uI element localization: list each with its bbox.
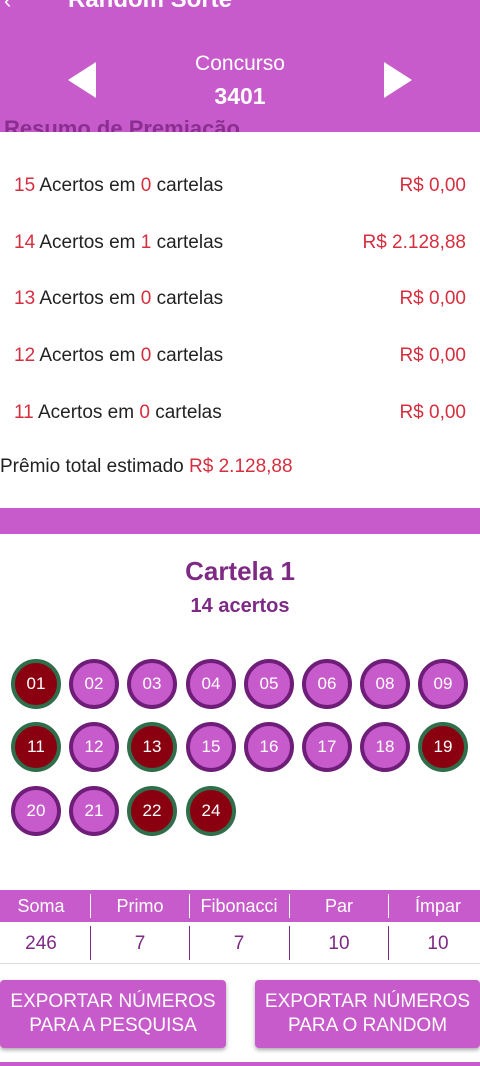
number-ball-hit[interactable]: 24 <box>186 786 236 836</box>
prize-row-description: 15 Acertos em 0 cartelas <box>14 175 223 197</box>
cartela-title: Cartela 1 <box>185 556 295 586</box>
prize-value: R$ 0,00 <box>399 288 466 309</box>
column-divider <box>388 894 389 918</box>
column-divider <box>189 894 190 918</box>
stats-value-row: 246 7 7 10 10 <box>0 922 480 964</box>
prize-row-description: 12 Acertos em 0 cartelas <box>14 345 223 367</box>
next-concurso-icon[interactable] <box>384 62 412 98</box>
prize-row: 13 Acertos em 0 cartelas R$ 0,00 <box>14 284 466 314</box>
total-estimated-prize: Prêmio total estimado R$ 2.128,88 <box>0 456 293 478</box>
total-value: R$ 2.128,88 <box>189 456 293 477</box>
cartelas-label: cartelas <box>156 345 224 366</box>
number-ball[interactable]: 03 <box>127 659 177 709</box>
acertos-em-label: Acertos em <box>39 345 136 366</box>
number-ball-hit[interactable]: 01 <box>11 659 61 709</box>
stat-header: Fibonacci <box>200 896 278 916</box>
column-divider <box>289 894 290 918</box>
acertos-em-label: Acertos em <box>37 402 135 423</box>
prize-row: 12 Acertos em 0 cartelas R$ 0,00 <box>14 341 466 371</box>
column-divider <box>90 894 91 918</box>
cartelas-label: cartelas <box>156 288 224 309</box>
prize-row-description: 14 Acertos em 1 cartelas <box>14 232 223 254</box>
prize-value: R$ 2.128,88 <box>362 232 466 253</box>
stat-value: 246 <box>25 933 57 954</box>
acertos-em-label: Acertos em <box>39 288 136 309</box>
total-label: Prêmio total estimado <box>0 456 184 477</box>
resumo-title: Resumo de Premiação <box>4 116 240 132</box>
export-to-pesquisa-button[interactable]: EXPORTAR NÚMEROS PARA A PESQUISA <box>0 980 226 1048</box>
prize-value: R$ 0,00 <box>399 345 466 366</box>
prize-row-description: 13 Acertos em 0 cartelas <box>14 288 223 310</box>
acertos-count: 14 <box>14 232 36 253</box>
acertos-em-label: Acertos em <box>39 175 136 196</box>
number-ball-hit[interactable]: 11 <box>11 722 61 772</box>
cartelas-label: cartelas <box>156 232 224 253</box>
number-ball[interactable]: 15 <box>186 722 236 772</box>
prize-row: 15 Acertos em 0 cartelas R$ 0,00 <box>14 171 466 201</box>
cartelas-count: 1 <box>140 232 152 253</box>
cartelas-count: 0 <box>140 288 152 309</box>
number-ball-hit[interactable]: 13 <box>127 722 177 772</box>
section-divider <box>0 508 480 534</box>
stat-header: Primo <box>116 896 164 916</box>
export-to-random-button[interactable]: EXPORTAR NÚMEROS PARA O RANDOM <box>255 980 480 1048</box>
stat-value: 7 <box>233 933 245 954</box>
acertos-em-label: Acertos em <box>39 232 136 253</box>
number-ball-hit[interactable]: 19 <box>418 722 468 772</box>
number-ball[interactable]: 09 <box>418 659 468 709</box>
stat-header: Ímpar <box>414 896 461 916</box>
number-ball[interactable]: 08 <box>360 659 410 709</box>
cartelas-count: 0 <box>140 345 152 366</box>
column-divider <box>388 926 389 960</box>
prize-row-description: 11 Acertos em 0 cartelas <box>14 402 222 424</box>
stat-value: 10 <box>328 933 350 954</box>
prize-row: 11 Acertos em 0 cartelas R$ 0,00 <box>14 398 466 428</box>
cartelas-label: cartelas <box>155 402 222 423</box>
prize-value: R$ 0,00 <box>399 175 466 196</box>
number-ball[interactable]: 06 <box>302 659 352 709</box>
acertos-count: 15 <box>14 175 36 196</box>
acertos-count: 13 <box>14 288 36 309</box>
stats-header-row: Soma Primo Fibonacci Par Ímpar <box>0 890 480 922</box>
prize-value: R$ 0,00 <box>399 402 466 423</box>
stat-value: 10 <box>427 933 449 954</box>
number-ball[interactable]: 20 <box>11 786 61 836</box>
resumo-title-clipped: Resumo de Premiação <box>0 112 480 132</box>
column-divider <box>289 926 290 960</box>
stat-value: 7 <box>134 933 146 954</box>
cartelas-count: 0 <box>140 175 152 196</box>
number-ball-hit[interactable]: 22 <box>127 786 177 836</box>
back-arrow-icon[interactable]: ‹ <box>4 0 11 14</box>
stats-table: Soma Primo Fibonacci Par Ímpar 246 7 7 10 10 <box>0 890 480 964</box>
column-divider <box>90 926 91 960</box>
column-divider <box>189 926 190 960</box>
acertos-count: 12 <box>14 345 36 366</box>
cartelas-label: cartelas <box>156 175 224 196</box>
number-ball[interactable]: 05 <box>244 659 294 709</box>
cartela-hits: 14 acertos <box>190 595 290 617</box>
number-ball[interactable]: 21 <box>69 786 119 836</box>
number-ball[interactable]: 02 <box>69 659 119 709</box>
app-title: Random Sorte <box>68 0 232 14</box>
stat-header: Soma <box>17 896 65 916</box>
number-ball[interactable]: 12 <box>69 722 119 772</box>
number-ball[interactable]: 04 <box>186 659 236 709</box>
bottom-accent-line <box>0 1062 480 1066</box>
cartelas-count: 0 <box>139 402 150 423</box>
prize-row: 14 Acertos em 1 cartelas R$ 2.128,88 <box>14 228 466 258</box>
number-ball[interactable]: 18 <box>360 722 410 772</box>
stat-header: Par <box>324 896 353 916</box>
acertos-count: 11 <box>14 402 34 423</box>
number-ball[interactable]: 17 <box>302 722 352 772</box>
number-ball[interactable]: 16 <box>244 722 294 772</box>
